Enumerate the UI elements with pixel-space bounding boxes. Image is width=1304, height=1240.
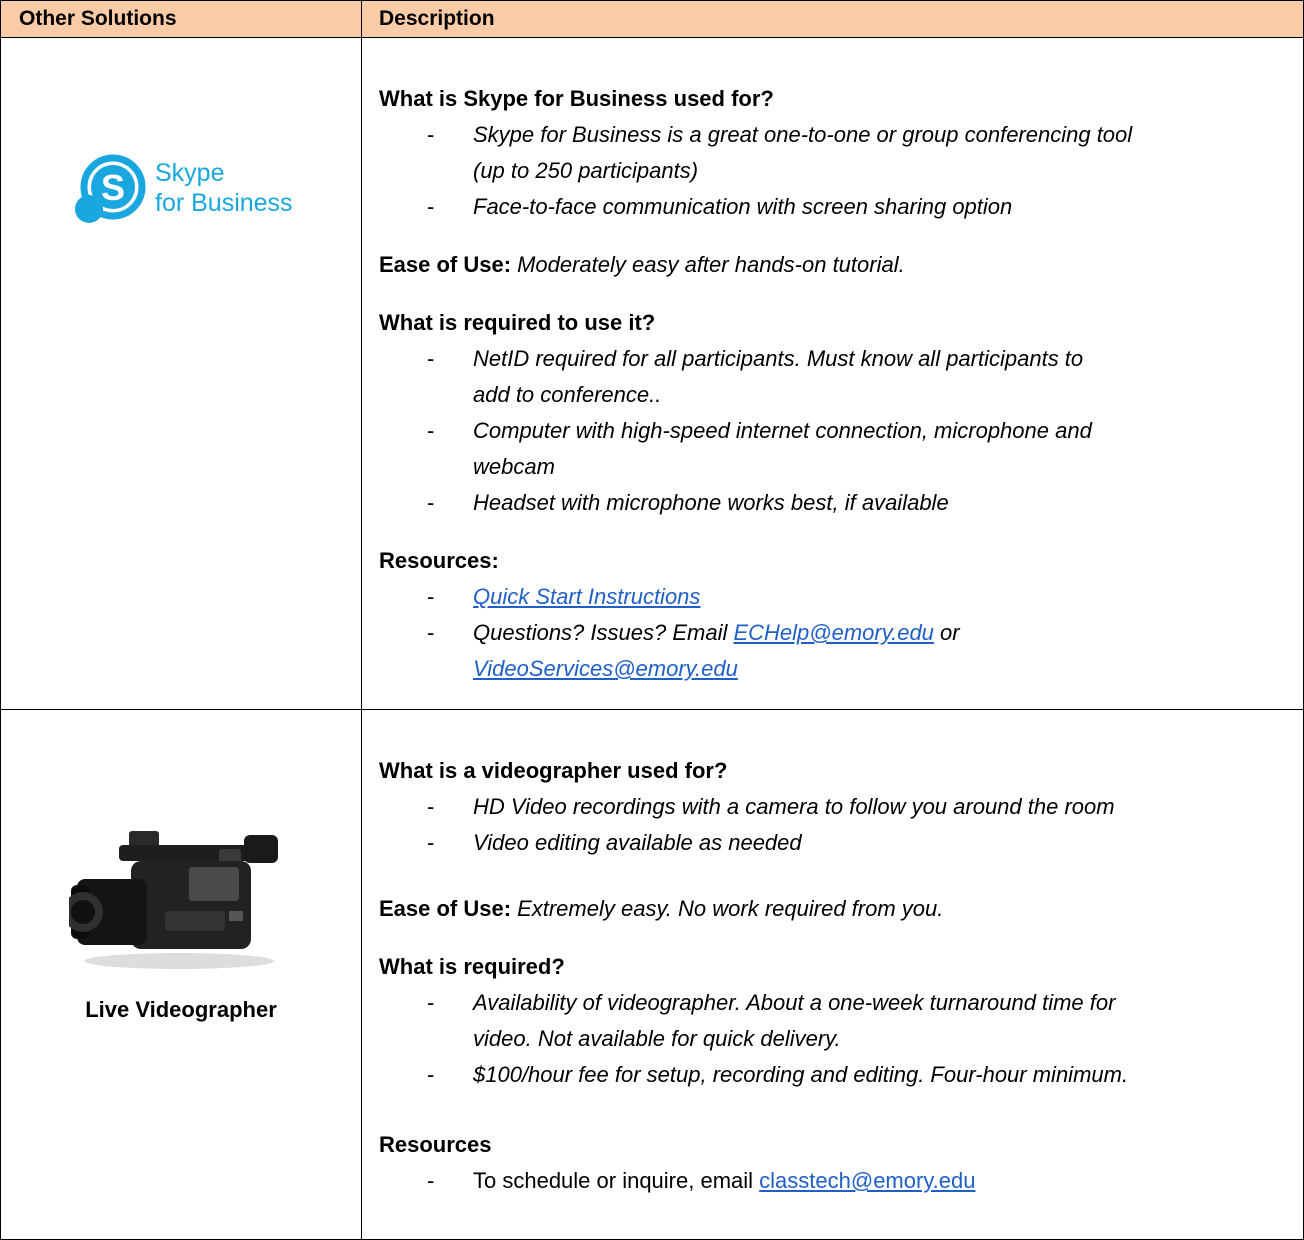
skype-for-business-logo: S Skype for Business xyxy=(71,151,311,231)
videographer-used-for-heading: What is a videographer used for? xyxy=(379,758,728,783)
echelp-email-link[interactable]: ECHelp@emory.edu xyxy=(733,620,933,645)
list-item: webcam xyxy=(473,454,555,479)
table-header: Other Solutions Description xyxy=(1,1,1303,38)
skype-ease-of-use: Ease of Use: Moderately easy after hands-… xyxy=(379,252,905,277)
svg-text:S: S xyxy=(101,167,125,208)
list-item: - Quick Start Instructions xyxy=(427,584,701,609)
skype-description: What is Skype for Business used for? - Sk… xyxy=(379,81,1132,687)
list-item: add to conference.. xyxy=(473,382,662,407)
videographer-resources-list: - To schedule or inquire, email classtech… xyxy=(379,1163,1128,1199)
list-item: - To schedule or inquire, email classtech… xyxy=(427,1168,976,1193)
classtech-email-link[interactable]: classtech@emory.edu xyxy=(759,1168,975,1193)
list-item: - Availability of videographer. About a o… xyxy=(427,990,1116,1015)
list-item: video. Not available for quick delivery. xyxy=(473,1026,841,1051)
videographer-required-list: - Availability of videographer. About a o… xyxy=(379,985,1128,1093)
videographer-required-heading: What is required? xyxy=(379,954,565,979)
header-description: Description xyxy=(379,7,495,30)
skype-used-for-heading: What is Skype for Business used for? xyxy=(379,86,774,111)
skype-logo-text: Skype for Business xyxy=(155,159,293,217)
skype-used-for-list: - Skype for Business is a great one-to-on… xyxy=(379,117,1132,225)
quick-start-link[interactable]: Quick Start Instructions xyxy=(473,584,700,609)
list-item: - Computer with high-speed internet conne… xyxy=(427,418,1092,443)
skype-icon: S xyxy=(75,154,146,223)
skype-resources-heading: Resources: xyxy=(379,548,499,573)
skype-required-heading: What is required to use it? xyxy=(379,310,656,335)
list-item: - Questions? Issues? Email ECHelp@emory.e… xyxy=(427,620,960,645)
list-item: - Skype for Business is a great one-to-on… xyxy=(427,122,1133,147)
list-item: - Headset with microphone works best, if … xyxy=(427,490,949,515)
videoservices-email-link[interactable]: VideoServices@emory.edu xyxy=(473,656,738,681)
videographer-resources-heading: Resources xyxy=(379,1132,492,1157)
videographer-used-for-list: - HD Video recordings with a camera to fo… xyxy=(379,789,1128,861)
list-item: - Face-to-face communication with screen … xyxy=(427,194,1013,219)
video-camera-icon xyxy=(69,831,278,969)
live-videographer-label: Live Videographer xyxy=(85,997,277,1022)
list-item: - NetID required for all participants. Mu… xyxy=(427,346,1084,371)
solutions-table: Other Solutions Description S Skype for … xyxy=(0,0,1304,1240)
skype-required-list: - NetID required for all participants. Mu… xyxy=(379,341,1132,521)
header-other-solutions: Other Solutions xyxy=(19,7,177,30)
list-item: - HD Video recordings with a camera to fo… xyxy=(427,794,1115,819)
column-divider xyxy=(361,1,362,1239)
videographer-description: What is a videographer used for? - HD Vid… xyxy=(379,753,1128,1199)
skype-resources-list: - Quick Start Instructions - Questions? Is… xyxy=(379,579,1132,687)
list-item: VideoServices@emory.edu xyxy=(379,651,1132,687)
list-item: - $100/hour fee for setup, recording and … xyxy=(427,1062,1129,1087)
list-item: - Video editing available as needed xyxy=(427,830,802,855)
list-item: (up to 250 participants) xyxy=(473,158,699,183)
videographer-ease-of-use: Ease of Use: Extremely easy. No work requ… xyxy=(379,896,944,921)
row-divider xyxy=(1,709,1303,710)
